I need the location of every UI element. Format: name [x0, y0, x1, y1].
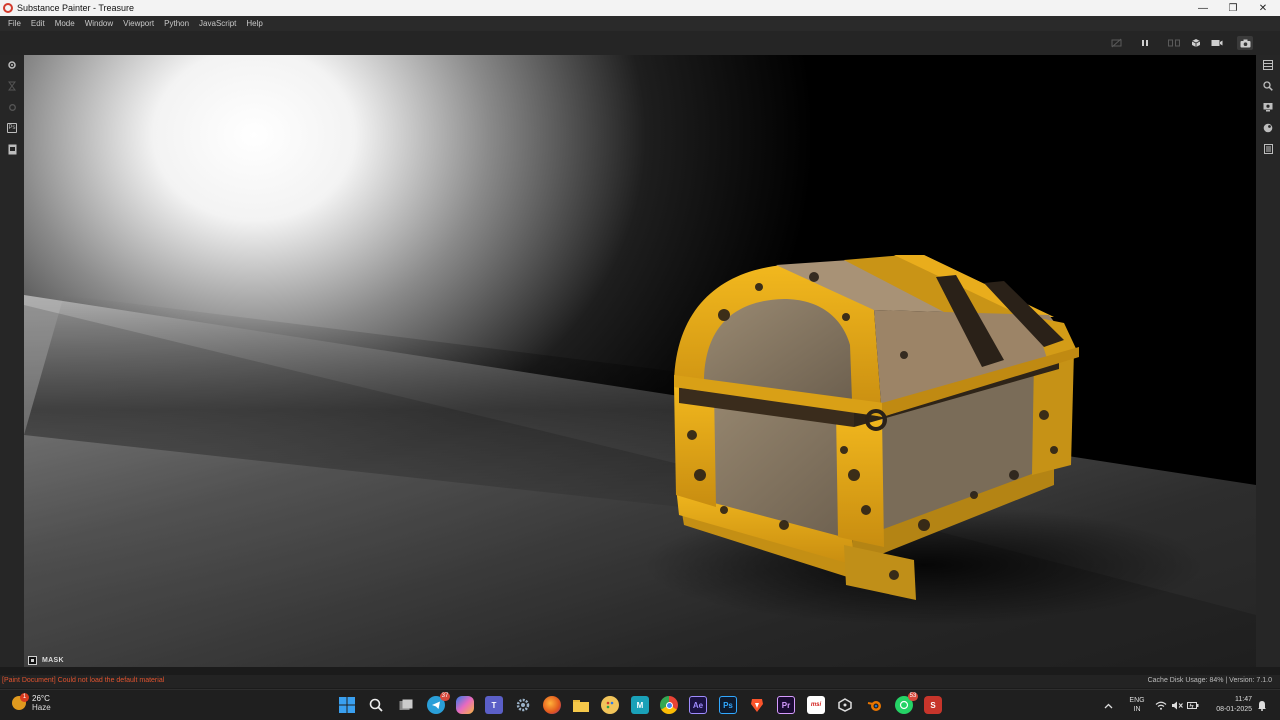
window-title: Substance Painter - Treasure — [17, 3, 135, 13]
hourglass-icon[interactable] — [4, 78, 20, 94]
start-button[interactable] — [338, 696, 356, 714]
environment-icon[interactable] — [1260, 120, 1276, 136]
weather-condition: Haze — [32, 703, 51, 712]
solo-mode-icon[interactable] — [1108, 36, 1124, 50]
task-view-icon[interactable] — [397, 696, 415, 714]
pause-icon[interactable] — [1137, 36, 1153, 50]
notes-icon[interactable] — [1260, 141, 1276, 157]
unity-icon[interactable] — [836, 696, 854, 714]
paint-icon[interactable] — [601, 696, 619, 714]
substance-painter-icon[interactable]: S — [924, 696, 942, 714]
display-settings-icon[interactable] — [1260, 99, 1276, 115]
after-effects-icon[interactable]: Ae — [689, 696, 707, 714]
show-hidden-icons-chevron-icon[interactable] — [1104, 690, 1113, 720]
notification-bell-icon[interactable] — [1257, 690, 1267, 720]
language-region: IN — [1133, 706, 1141, 713]
weather-widget[interactable]: 1 26°C Haze — [12, 693, 51, 712]
weather-haze-icon: 1 — [12, 693, 29, 710]
brave-icon[interactable] — [748, 696, 766, 714]
photoshop-export-icon[interactable]: Ps — [4, 120, 20, 136]
weather-badge: 1 — [20, 693, 29, 702]
maya-icon[interactable]: M — [631, 696, 649, 714]
file-explorer-icon[interactable] — [572, 696, 590, 714]
premiere-icon[interactable]: Pr — [777, 696, 795, 714]
menu-window[interactable]: Window — [80, 19, 118, 28]
volume-mute-icon[interactable] — [1171, 690, 1183, 720]
menu-mode[interactable]: Mode — [50, 19, 80, 28]
firefox-icon[interactable] — [543, 696, 561, 714]
system-clock[interactable]: 11:47 08-01-2025 — [1206, 695, 1252, 715]
menu-javascript[interactable]: JavaScript — [194, 19, 241, 28]
title-bar: Substance Painter - Treasure — ❐ ✕ — [0, 0, 1280, 16]
menu-help[interactable]: Help — [241, 19, 267, 28]
status-bar: [Paint Document] Could not load the defa… — [0, 675, 1280, 688]
close-button[interactable]: ✕ — [1248, 0, 1278, 16]
teams-icon[interactable]: T — [485, 696, 503, 714]
camera-icon[interactable] — [1209, 36, 1225, 50]
viewport-render[interactable] — [24, 55, 1256, 667]
clock-time: 11:47 — [1235, 696, 1252, 703]
telegram-badge: 37 — [440, 692, 450, 701]
language-code: ENG — [1129, 697, 1145, 704]
whatsapp-icon[interactable]: 53 — [895, 692, 918, 714]
mask-toggle[interactable]: MASK — [28, 656, 64, 665]
menu-viewport[interactable]: Viewport — [118, 19, 159, 28]
whatsapp-badge: 53 — [908, 692, 918, 701]
mask-label: MASK — [42, 657, 64, 664]
search-icon[interactable] — [367, 696, 385, 714]
cube-view-icon[interactable] — [1188, 36, 1204, 50]
windows-taskbar: 1 26°C Haze 37 T M Ae Ps Pr msi 53 S ENG… — [0, 689, 1280, 720]
status-error-message[interactable]: [Paint Document] Could not load the defa… — [2, 677, 164, 684]
photoshop-icon[interactable]: Ps — [719, 696, 737, 714]
mask-checkbox[interactable] — [28, 656, 37, 665]
settings-dim-icon[interactable] — [4, 99, 20, 115]
telegram-icon[interactable]: 37 — [427, 692, 450, 714]
msi-icon[interactable]: msi — [807, 696, 825, 714]
split-view-icon[interactable] — [1166, 36, 1182, 50]
wifi-icon[interactable] — [1155, 690, 1167, 720]
3d-viewport[interactable]: MASK — [24, 55, 1256, 667]
blender-icon[interactable] — [866, 696, 884, 714]
weather-temperature: 26°C — [32, 694, 50, 703]
settings-gear-icon[interactable] — [514, 696, 532, 714]
clock-date: 08-01-2025 — [1216, 706, 1252, 713]
viewport-toolbar — [0, 31, 1280, 55]
maximize-button[interactable]: ❐ — [1218, 0, 1248, 16]
layers-icon[interactable] — [1260, 57, 1276, 73]
right-tool-strip — [1256, 55, 1280, 667]
left-tool-strip: Ps — [0, 55, 24, 667]
menu-bar: File Edit Mode Window Viewport Python Ja… — [0, 16, 1280, 31]
screenshot-icon[interactable] — [1237, 36, 1253, 50]
menu-file[interactable]: File — [3, 19, 26, 28]
substance-painter-logo-icon — [3, 3, 13, 13]
language-indicator[interactable]: ENG IN — [1128, 696, 1146, 714]
zoom-icon[interactable] — [1260, 78, 1276, 94]
cache-version-info: Cache Disk Usage: 84% | Version: 7.1.0 — [1147, 677, 1272, 684]
app-window: Substance Painter - Treasure — ❐ ✕ File … — [0, 0, 1280, 720]
copilot-icon[interactable] — [456, 696, 474, 714]
settings-icon[interactable] — [4, 57, 20, 73]
chrome-icon[interactable] — [660, 696, 678, 714]
menu-python[interactable]: Python — [159, 19, 194, 28]
minimize-button[interactable]: — — [1188, 0, 1218, 16]
menu-edit[interactable]: Edit — [26, 19, 50, 28]
document-icon[interactable] — [4, 141, 20, 157]
battery-icon[interactable] — [1187, 690, 1199, 720]
